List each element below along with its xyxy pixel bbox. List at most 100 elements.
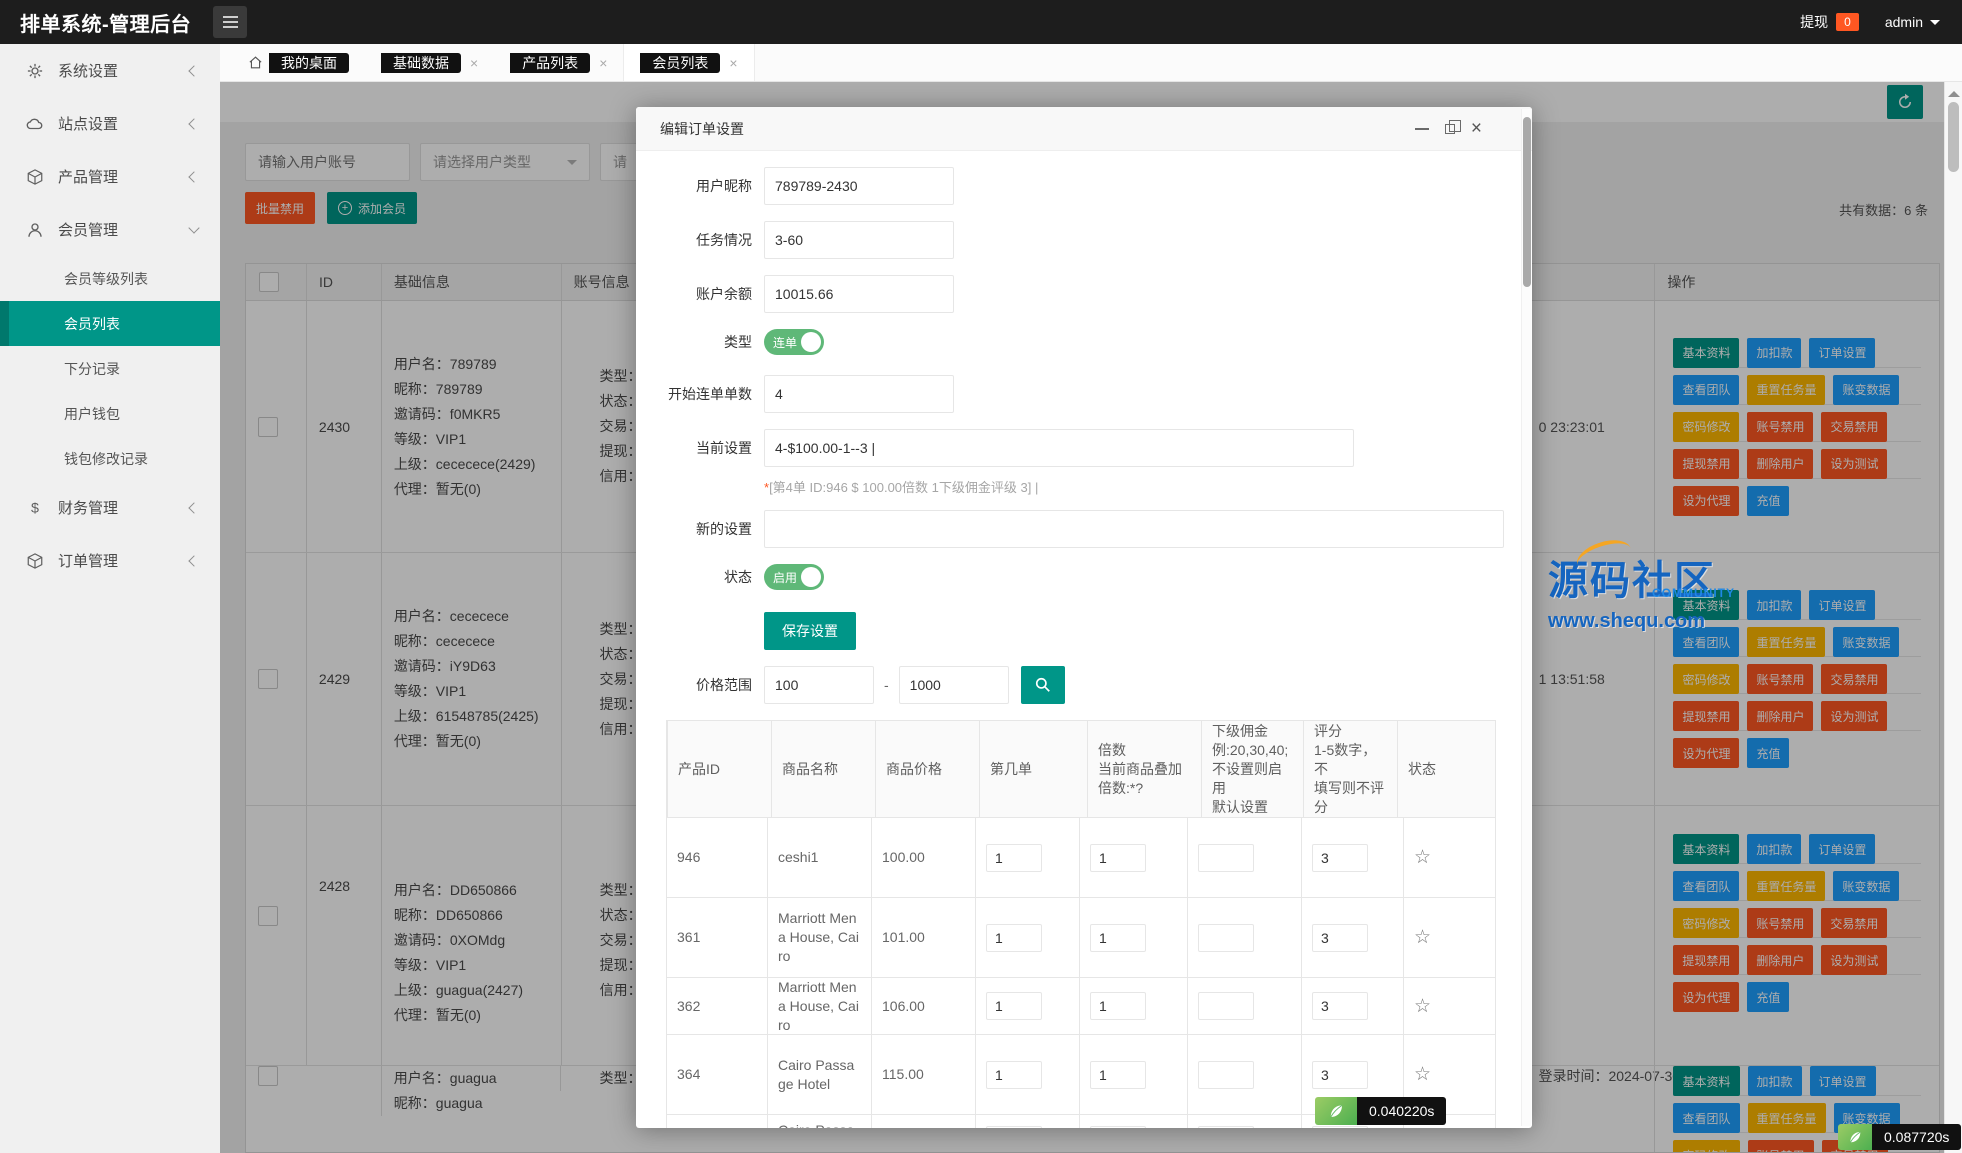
- rating-input[interactable]: [1312, 844, 1368, 872]
- tab-label: 基础数据: [381, 53, 461, 73]
- sidebar-item[interactable]: 用户钱包: [0, 391, 220, 436]
- sidebar-item-label: 会员管理: [58, 219, 118, 240]
- sidebar-item[interactable]: 产品管理: [0, 150, 220, 203]
- product-name: Marriott Mena House, Cairo: [767, 898, 871, 977]
- sidebar-item[interactable]: 站点设置: [0, 97, 220, 150]
- sidebar-item-label: 系统设置: [58, 60, 118, 81]
- home-icon: [248, 55, 263, 70]
- type-toggle[interactable]: 连单: [764, 329, 824, 355]
- status-label: 状态: [662, 567, 752, 587]
- page-scrollbar[interactable]: [1944, 80, 1962, 1153]
- modal-scrollbar-thumb[interactable]: [1523, 117, 1531, 287]
- save-settings-button[interactable]: 保存设置: [764, 612, 856, 650]
- sidebar-item[interactable]: 会员列表: [0, 301, 220, 346]
- product-price: 117.00: [871, 1115, 975, 1128]
- task-input[interactable]: [764, 221, 954, 259]
- star-icon[interactable]: ☆: [1414, 928, 1431, 947]
- product-id: 364: [667, 1035, 767, 1114]
- modal-header: 编辑订单设置 ×: [636, 107, 1532, 151]
- start-count-input[interactable]: [764, 375, 954, 413]
- commission-input[interactable]: [1198, 1061, 1254, 1089]
- hamburger-menu-icon[interactable]: [213, 6, 247, 38]
- tab[interactable]: 我的桌面: [232, 44, 365, 81]
- modal-scrollbar[interactable]: [1521, 109, 1531, 1126]
- sidebar-item-label: 订单管理: [58, 550, 118, 571]
- order-number-input[interactable]: [986, 1126, 1042, 1128]
- product-row: 361 Marriott Mena House, Cairo 101.00 ☆: [667, 898, 1495, 978]
- scrollbar-thumb[interactable]: [1948, 102, 1959, 172]
- sidebar-item-icon: [26, 552, 44, 570]
- rating-input[interactable]: [1312, 1126, 1368, 1128]
- order-number-input[interactable]: [986, 1061, 1042, 1089]
- tab-label: 产品列表: [510, 53, 590, 73]
- toggle-knob: [801, 567, 821, 587]
- current-setting-input[interactable]: [764, 429, 1354, 467]
- product-price: 106.00: [871, 978, 975, 1034]
- product-table: 产品ID商品名称商品价格第几单倍数 当前商品叠加 倍数:*?下级佣金 例:20,…: [666, 720, 1496, 1128]
- close-icon[interactable]: ×: [729, 56, 737, 70]
- sidebar-item[interactable]: 订单管理: [0, 534, 220, 587]
- timer-value: 0.040220s: [1357, 1097, 1446, 1125]
- type-label: 类型: [662, 332, 752, 352]
- star-icon[interactable]: ☆: [1414, 997, 1431, 1016]
- product-header-cell: 商品价格: [875, 721, 979, 817]
- minimize-icon[interactable]: [1415, 128, 1429, 130]
- status-toggle[interactable]: 启用: [764, 564, 824, 590]
- rating-input[interactable]: [1312, 924, 1368, 952]
- new-setting-input[interactable]: [764, 510, 1504, 548]
- modal-body: 用户昵称 任务情况 账户余额 类型 连单 开始连单单数: [636, 151, 1532, 1128]
- price-min-input[interactable]: [764, 666, 874, 704]
- watermark: 源码社区 COMMUNITY www.shequ.com: [1548, 548, 1716, 633]
- multiplier-input[interactable]: [1090, 924, 1146, 952]
- close-icon[interactable]: ×: [1471, 119, 1482, 138]
- rating-input[interactable]: [1312, 992, 1368, 1020]
- nickname-input[interactable]: [764, 167, 954, 205]
- sidebar-item[interactable]: 会员等级列表: [0, 256, 220, 301]
- close-icon[interactable]: ×: [599, 56, 607, 70]
- current-setting-hint: *[第4单 ID:946 $ 100.00倍数 1下级佣金评级 3] |: [764, 477, 1532, 496]
- admin-username: admin: [1885, 14, 1923, 30]
- product-name: Cairo Passage Hotel: [767, 1035, 871, 1114]
- chevron-icon: [188, 555, 199, 566]
- sidebar-item[interactable]: 财务管理: [0, 481, 220, 534]
- star-icon[interactable]: ☆: [1414, 1065, 1431, 1084]
- order-number-input[interactable]: [986, 844, 1042, 872]
- multiplier-input[interactable]: [1090, 992, 1146, 1020]
- star-icon[interactable]: ☆: [1414, 848, 1431, 867]
- order-number-input[interactable]: [986, 992, 1042, 1020]
- commission-input[interactable]: [1198, 992, 1254, 1020]
- watermark-url: www.shequ.com: [1548, 610, 1716, 633]
- sidebar-item-label: 用户钱包: [64, 404, 120, 424]
- product-price: 115.00: [871, 1035, 975, 1114]
- multiplier-input[interactable]: [1090, 1061, 1146, 1089]
- page-load-timer: 0.087720s: [1838, 1124, 1961, 1150]
- leaf-icon: [1315, 1097, 1357, 1125]
- withdraw-menu[interactable]: 提现 0: [1800, 12, 1859, 32]
- sidebar-item[interactable]: 系统设置: [0, 44, 220, 97]
- search-button[interactable]: [1021, 666, 1065, 704]
- nickname-label: 用户昵称: [662, 176, 752, 196]
- sidebar-item[interactable]: 下分记录: [0, 346, 220, 391]
- tab[interactable]: 产品列表 ×: [494, 44, 623, 81]
- product-header-cell: 下级佣金 例:20,30,40; 不设置则启用 默认设置: [1201, 721, 1303, 817]
- sidebar-item-icon: [26, 499, 44, 517]
- commission-input[interactable]: [1198, 1126, 1254, 1128]
- scroll-up-icon[interactable]: [1948, 85, 1960, 97]
- price-max-input[interactable]: [899, 666, 1009, 704]
- balance-input[interactable]: [764, 275, 954, 313]
- rating-input[interactable]: [1312, 1061, 1368, 1089]
- product-header-cell: 第几单: [979, 721, 1087, 817]
- commission-input[interactable]: [1198, 924, 1254, 952]
- sidebar-item[interactable]: 钱包修改记录: [0, 436, 220, 481]
- tab[interactable]: 会员列表 ×: [623, 44, 754, 81]
- commission-input[interactable]: [1198, 844, 1254, 872]
- close-icon[interactable]: ×: [470, 56, 478, 70]
- order-number-input[interactable]: [986, 924, 1042, 952]
- admin-menu[interactable]: admin: [1885, 14, 1940, 30]
- multiplier-input[interactable]: [1090, 844, 1146, 872]
- maximize-icon[interactable]: [1445, 124, 1455, 134]
- multiplier-input[interactable]: [1090, 1126, 1146, 1128]
- tab[interactable]: 基础数据 ×: [365, 44, 494, 81]
- sidebar-item[interactable]: 会员管理: [0, 203, 220, 256]
- edit-order-settings-modal: 编辑订单设置 × 用户昵称 任务情况 账户余额 类型: [636, 107, 1532, 1128]
